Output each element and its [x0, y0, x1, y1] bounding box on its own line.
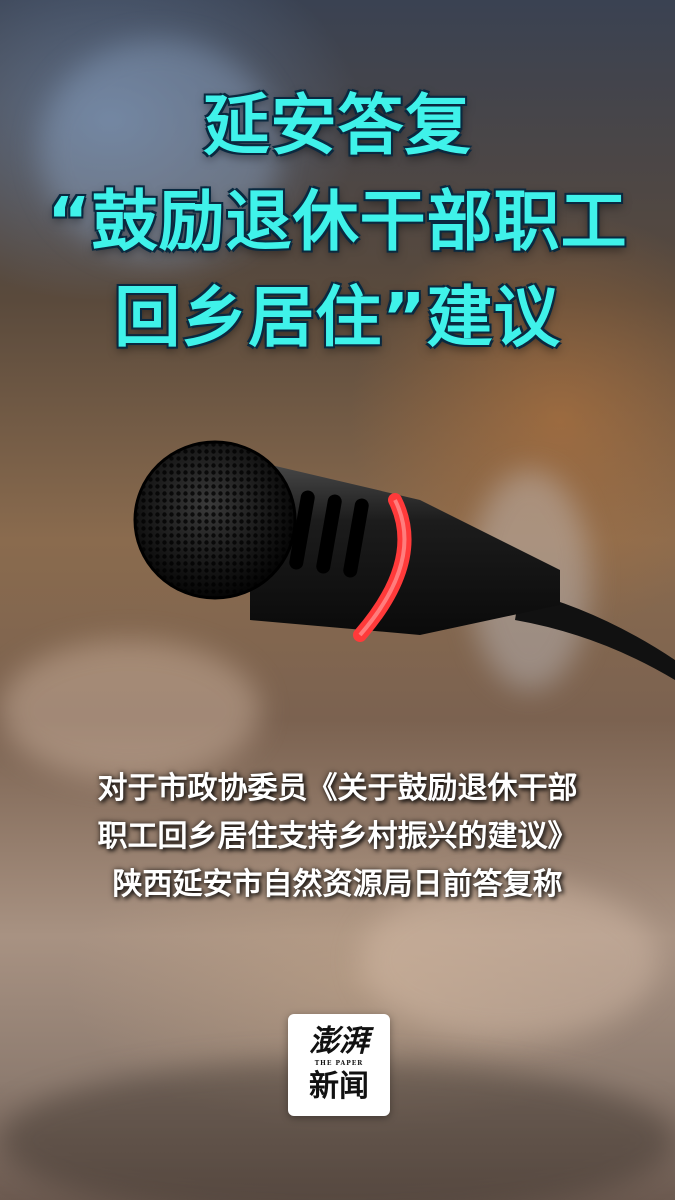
the-paper-logo: 澎湃 THE PAPER 新闻 — [288, 1014, 390, 1116]
logo-line-1: 澎湃 — [309, 1024, 369, 1059]
headline-line-3: 回乡居住”建议 — [114, 279, 561, 356]
microphone-image — [133, 440, 675, 680]
logo-line-3: 新闻 — [309, 1069, 369, 1104]
headline: 延安答复 “鼓励退休干部职工 回乡居住”建议 — [0, 78, 675, 366]
poster-background: 延安答复 “鼓励退休干部职工 回乡居住”建议 对于市政协委员《关于鼓励退休干部 … — [0, 0, 675, 1200]
caption-line-1: 对于市政协委员《关于鼓励退休干部 — [97, 771, 578, 806]
caption-line-3: 陕西延安市自然资源局日前答复称 — [112, 867, 563, 902]
logo-line-2: THE PAPER — [314, 1060, 364, 1067]
headline-line-2: “鼓励退休干部职工 — [47, 183, 628, 260]
caption-line-2: 职工回乡居住支持乡村振兴的建议》 — [97, 819, 578, 854]
headline-line-1: 延安答复 — [203, 87, 472, 164]
caption: 对于市政协委员《关于鼓励退休干部 职工回乡居住支持乡村振兴的建议》 陕西延安市自… — [0, 765, 675, 909]
